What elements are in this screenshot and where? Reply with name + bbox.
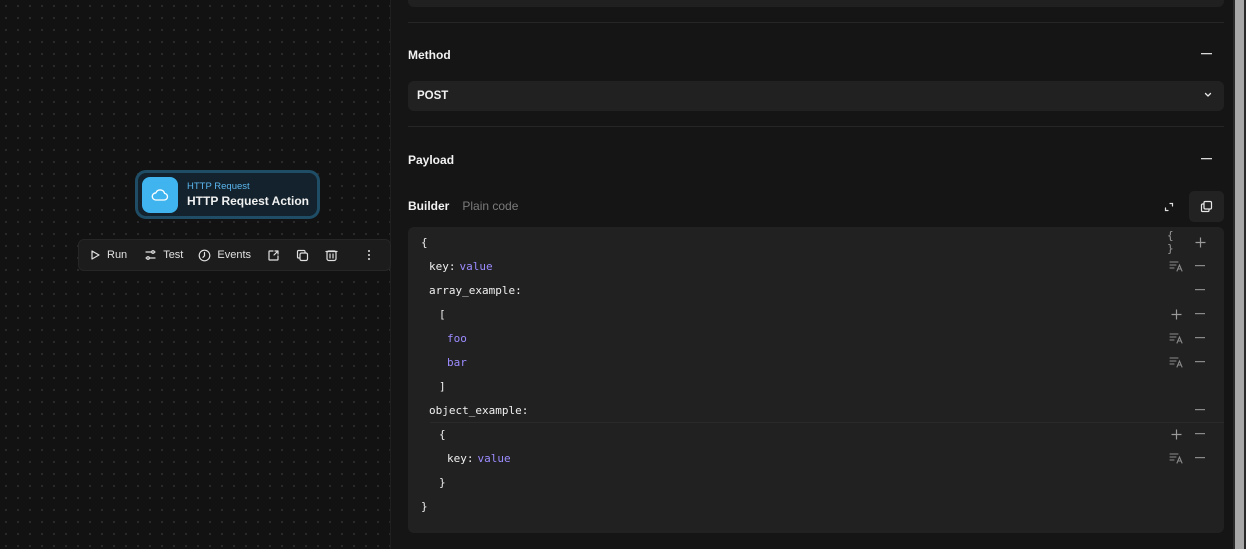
- key-token[interactable]: key: [429, 260, 449, 273]
- remove-icon[interactable]: [1193, 354, 1207, 370]
- http-request-node[interactable]: HTTP Request HTTP Request Action: [135, 170, 320, 219]
- expand-icon[interactable]: [1161, 199, 1177, 215]
- trash-icon[interactable]: [325, 247, 338, 263]
- builder-line: ]: [408, 374, 1224, 398]
- bracket-token: }: [421, 499, 428, 513]
- format-text-icon[interactable]: [1169, 258, 1183, 274]
- builder-line: }: [408, 494, 1224, 518]
- cloud-icon: [142, 176, 178, 213]
- add-icon[interactable]: [1169, 426, 1183, 442]
- value-token[interactable]: value: [478, 452, 511, 465]
- key-token[interactable]: key: [447, 452, 467, 465]
- builder-line: array_example:: [408, 278, 1224, 302]
- bracket-token: ]: [439, 379, 446, 393]
- remove-icon[interactable]: [1193, 282, 1207, 298]
- remove-icon[interactable]: [1193, 306, 1207, 322]
- duplicate-icon[interactable]: [296, 247, 309, 263]
- format-text-icon[interactable]: [1169, 354, 1183, 370]
- builder-line: }: [408, 470, 1224, 494]
- collapse-method-icon[interactable]: [1200, 48, 1212, 60]
- run-label: Run: [107, 249, 128, 261]
- chevron-down-icon: [1204, 92, 1212, 97]
- events-button[interactable]: Events: [198, 249, 251, 262]
- bracket-token: {: [421, 235, 428, 249]
- tab-plain-code[interactable]: Plain code: [462, 199, 518, 213]
- bracket-token: [: [439, 307, 446, 321]
- remove-icon[interactable]: [1193, 330, 1207, 346]
- run-button[interactable]: Run: [89, 249, 127, 261]
- divider: [408, 126, 1224, 127]
- line-separator: [430, 422, 1224, 423]
- node-toolbar: Run Test Events: [78, 239, 391, 271]
- export-icon[interactable]: [267, 247, 280, 263]
- play-icon: [91, 250, 100, 260]
- builder-line: key: value: [408, 254, 1224, 278]
- workflow-canvas[interactable]: HTTP Request HTTP Request Action Run Tes…: [0, 0, 391, 549]
- bracket-token: }: [439, 475, 446, 489]
- method-value: POST: [417, 90, 449, 102]
- test-icon: [145, 250, 156, 260]
- builder-line: object_example:: [408, 398, 1224, 422]
- node-type-label: HTTP Request: [187, 180, 250, 192]
- properties-panel: Method POST Payload Builder Plain code {…: [391, 0, 1233, 549]
- builder-line: {: [408, 422, 1224, 446]
- events-label: Events: [217, 249, 252, 261]
- builder-line: [: [408, 302, 1224, 326]
- remove-icon[interactable]: [1193, 402, 1207, 418]
- scrollbar[interactable]: [1233, 0, 1246, 549]
- previous-field[interactable]: [408, 0, 1224, 7]
- copy-icon: [1200, 200, 1213, 213]
- payload-tabs: Builder Plain code: [408, 199, 531, 213]
- copy-button[interactable]: [1189, 191, 1224, 222]
- builder-line: key: value: [408, 446, 1224, 470]
- key-token[interactable]: object_example: [429, 404, 522, 417]
- builder-line: foo: [408, 326, 1224, 350]
- braces-icon[interactable]: { }: [1167, 229, 1185, 255]
- payload-title: Payload: [408, 153, 455, 167]
- test-label: Test: [163, 249, 184, 261]
- builder-line: { { }: [408, 229, 1224, 255]
- add-icon[interactable]: [1169, 306, 1183, 322]
- colon-token: :: [448, 259, 456, 273]
- payload-builder[interactable]: {{ } key: value array_example:[foo bar] objec…: [408, 227, 1224, 533]
- node-name: HTTP Request Action: [187, 194, 310, 209]
- value-token[interactable]: bar: [447, 356, 467, 369]
- builder-line: bar: [408, 350, 1224, 374]
- remove-icon[interactable]: [1193, 258, 1207, 274]
- format-text-icon[interactable]: [1169, 330, 1183, 346]
- more-icon[interactable]: [364, 247, 374, 263]
- key-token[interactable]: array_example: [429, 284, 515, 297]
- colon-token: :: [515, 283, 522, 297]
- value-token[interactable]: value: [460, 260, 493, 273]
- value-token[interactable]: foo: [447, 332, 467, 345]
- tab-builder[interactable]: Builder: [408, 199, 449, 213]
- events-icon: [198, 249, 211, 261]
- divider: [408, 22, 1224, 23]
- bracket-token: {: [439, 427, 446, 441]
- add-icon[interactable]: [1193, 234, 1207, 250]
- method-select[interactable]: POST: [408, 81, 1224, 111]
- collapse-payload-icon[interactable]: [1200, 153, 1212, 165]
- remove-icon[interactable]: [1193, 450, 1207, 466]
- remove-icon[interactable]: [1193, 426, 1207, 442]
- colon-token: :: [521, 403, 529, 417]
- colon-token: :: [466, 451, 474, 465]
- format-text-icon[interactable]: [1169, 450, 1183, 466]
- method-title: Method: [408, 48, 451, 62]
- test-button[interactable]: Test: [144, 249, 183, 261]
- scrollbar-thumb[interactable]: [1235, 0, 1244, 549]
